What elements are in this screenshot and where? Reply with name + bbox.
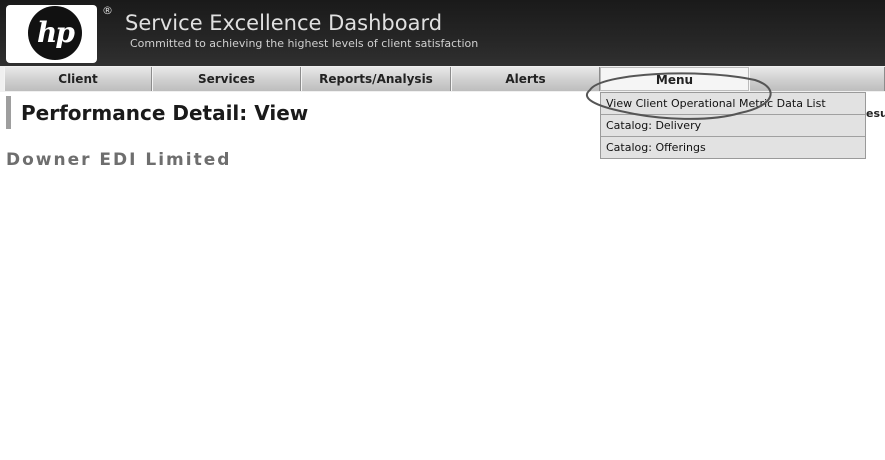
clipped-heading-text: esu xyxy=(866,107,885,120)
nav-item-reports-analysis[interactable]: Reports/Analysis xyxy=(301,67,451,91)
main-nav-bar: Client Services Reports/Analysis Alerts … xyxy=(0,66,885,92)
hp-logo[interactable]: hp xyxy=(6,5,97,63)
nav-item-empty xyxy=(749,67,885,91)
hp-logo-text: hp xyxy=(37,16,75,49)
app-header: hp ® Service Excellence Dashboard Commit… xyxy=(0,0,885,66)
menu-item-view-client-operational-metric-data-list[interactable]: View Client Operational Metric Data List xyxy=(601,93,865,115)
hp-logo-circle: hp xyxy=(28,6,82,60)
app-subtitle: Committed to achieving the highest level… xyxy=(130,37,479,50)
menu-item-catalog-delivery[interactable]: Catalog: Delivery xyxy=(601,115,865,137)
client-name: Downer EDI Limited xyxy=(6,150,232,170)
nav-item-alerts[interactable]: Alerts xyxy=(451,67,600,91)
title-accent-bar xyxy=(6,96,11,129)
page-title: Performance Detail: View xyxy=(21,101,309,125)
menu-item-catalog-offerings[interactable]: Catalog: Offerings xyxy=(601,137,865,158)
nav-item-menu[interactable]: Menu xyxy=(600,67,749,91)
nav-item-services[interactable]: Services xyxy=(152,67,301,91)
app-title: Service Excellence Dashboard xyxy=(125,11,443,35)
nav-item-client[interactable]: Client xyxy=(4,67,152,91)
registered-mark: ® xyxy=(102,4,113,17)
menu-dropdown: View Client Operational Metric Data List… xyxy=(600,92,866,159)
